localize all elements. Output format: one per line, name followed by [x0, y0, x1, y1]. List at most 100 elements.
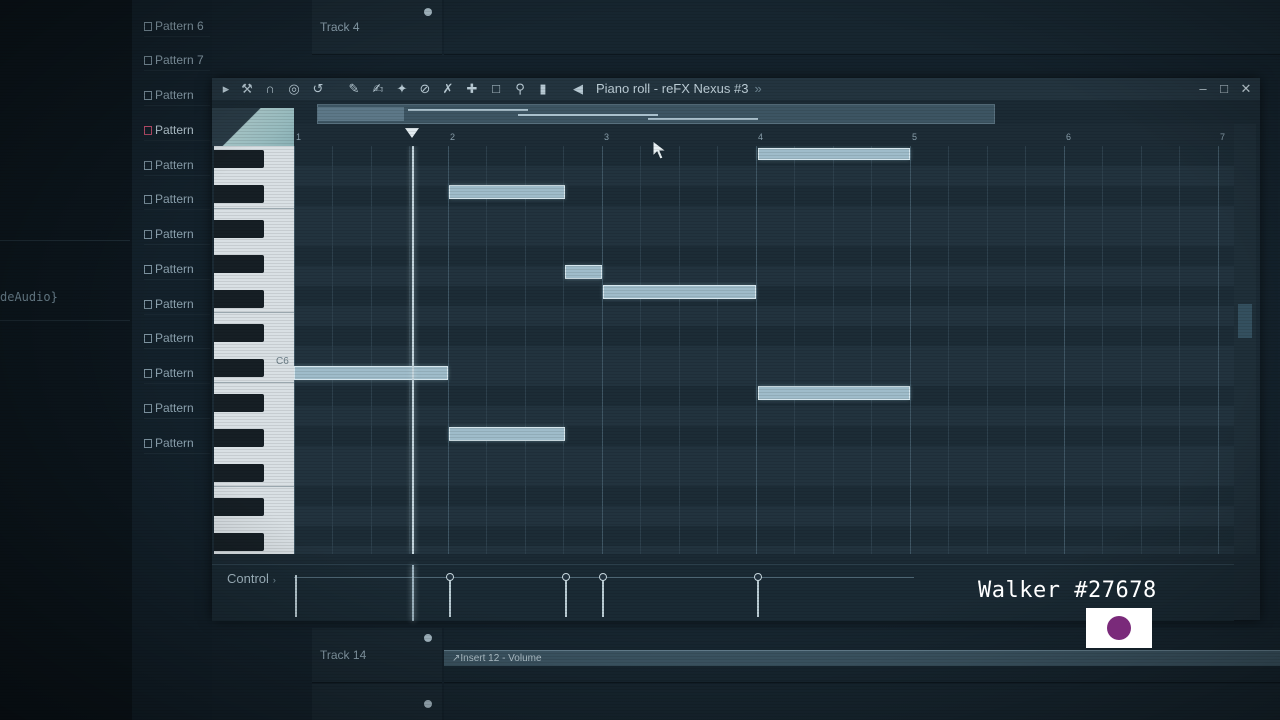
- note[interactable]: [758, 386, 910, 400]
- track-header[interactable]: Track 4: [312, 0, 442, 55]
- overview-thumb[interactable]: [318, 107, 404, 121]
- grid-row: [294, 426, 1234, 446]
- close-button[interactable]: ✕: [1237, 80, 1255, 98]
- beat-line: [871, 146, 872, 554]
- timeline-ruler[interactable]: 1 2 3 4 5 6 7: [294, 124, 1234, 146]
- note[interactable]: [758, 148, 910, 160]
- minimize-button[interactable]: –: [1194, 80, 1212, 98]
- track-knob-icon[interactable]: [424, 634, 432, 642]
- lever-knob[interactable]: [446, 573, 454, 581]
- track-knob-icon[interactable]: [424, 700, 432, 708]
- pattern-item[interactable]: Pattern 6: [144, 16, 210, 37]
- black-key[interactable]: [214, 150, 264, 168]
- playback-icon[interactable]: ▮: [535, 81, 551, 97]
- playhead-marker-icon[interactable]: [405, 128, 419, 138]
- track-lane[interactable]: [444, 0, 1280, 55]
- pencil-icon[interactable]: ✎: [346, 81, 362, 97]
- velocity-lever[interactable]: [562, 573, 570, 617]
- track-header[interactable]: [312, 684, 442, 720]
- pattern-item[interactable]: Pattern: [144, 85, 210, 106]
- pattern-item[interactable]: Pattern: [144, 259, 210, 280]
- pattern-item[interactable]: Pattern: [144, 189, 210, 210]
- note[interactable]: [565, 265, 602, 279]
- undo-icon[interactable]: ↺: [310, 81, 326, 97]
- black-key[interactable]: [214, 255, 264, 273]
- velocity-lever[interactable]: [295, 575, 297, 617]
- black-key[interactable]: [214, 429, 264, 447]
- control-menu-arrow-icon[interactable]: ›: [273, 575, 276, 585]
- note[interactable]: [603, 285, 756, 299]
- piano-roll-titlebar[interactable]: ▸ ⚒ ∩ ◎ ↺ ✎ ✍ ✦ ⊘ ✗ ✚ □ ⚲ ▮ ◀ Piano roll…: [212, 78, 1260, 100]
- pattern-item[interactable]: Pattern: [144, 224, 210, 245]
- black-key[interactable]: [214, 464, 264, 482]
- pattern-item[interactable]: Pattern: [144, 433, 210, 454]
- playhead-line: [412, 146, 414, 554]
- black-key[interactable]: [214, 290, 264, 308]
- black-key[interactable]: [214, 359, 264, 377]
- pattern-item[interactable]: Pattern: [144, 398, 210, 419]
- ruler-number: 5: [912, 132, 918, 142]
- mouse-cursor-icon: [652, 140, 668, 160]
- lever-knob[interactable]: [599, 573, 607, 581]
- paint-tool-icon[interactable]: ✦: [394, 81, 410, 97]
- pattern-item[interactable]: Pattern: [144, 328, 210, 349]
- divider: [0, 240, 130, 241]
- black-key[interactable]: [214, 185, 264, 203]
- control-selector[interactable]: Control ›: [227, 571, 276, 586]
- wrench-icon[interactable]: ⚒: [239, 81, 255, 97]
- browser-item-text[interactable]: deAudio}: [0, 290, 58, 304]
- mute-icon[interactable]: ✗: [440, 81, 456, 97]
- control-label-text: Control: [227, 571, 269, 586]
- pattern-item[interactable]: Pattern: [144, 155, 210, 176]
- automation-clip[interactable]: ↗Insert 12 - Volume: [444, 650, 1280, 666]
- vertical-scroll-thumb[interactable]: [1238, 304, 1252, 338]
- note[interactable]: [449, 427, 565, 441]
- velocity-lever[interactable]: [754, 573, 762, 617]
- note[interactable]: [294, 366, 448, 380]
- velocity-lever[interactable]: [446, 573, 454, 617]
- speaker-icon[interactable]: ◀: [570, 81, 586, 97]
- maximize-button[interactable]: □: [1215, 80, 1233, 98]
- vertical-scrollbar[interactable]: [1234, 124, 1256, 554]
- black-key[interactable]: [214, 324, 264, 342]
- paint-brush-icon[interactable]: ✍: [370, 81, 386, 97]
- black-key[interactable]: [214, 498, 264, 516]
- beat-line: [948, 146, 949, 554]
- horizontal-overview-scrollbar[interactable]: [317, 104, 995, 124]
- beat-line: [332, 146, 333, 554]
- target-icon[interactable]: ◎: [286, 81, 302, 97]
- black-key[interactable]: [214, 220, 264, 238]
- note-grid[interactable]: [294, 146, 1234, 554]
- bar-line: [602, 146, 603, 554]
- title-menu-arrow-icon[interactable]: »: [754, 81, 761, 96]
- zoom-icon[interactable]: ⚲: [512, 81, 528, 97]
- select-icon[interactable]: □: [488, 81, 504, 97]
- piano-keyboard[interactable]: C6: [214, 146, 294, 554]
- pattern-label: Pattern: [155, 227, 194, 241]
- magnet-icon[interactable]: ∩: [262, 81, 278, 97]
- pattern-item[interactable]: Pattern: [144, 363, 210, 384]
- pattern-item[interactable]: Pattern: [144, 294, 210, 315]
- ruler-number: 6: [1066, 132, 1072, 142]
- lever-knob[interactable]: [754, 573, 762, 581]
- velocity-lever[interactable]: [599, 573, 607, 617]
- bar-line: [294, 146, 295, 554]
- grid-row: [294, 526, 1234, 546]
- slice-icon[interactable]: ✚: [464, 81, 480, 97]
- track-name: Track 14: [320, 648, 367, 662]
- black-key[interactable]: [214, 533, 264, 551]
- pattern-item[interactable]: Pattern 7: [144, 50, 210, 71]
- delete-icon[interactable]: ⊘: [417, 81, 433, 97]
- pattern-item-selected[interactable]: Pattern: [144, 120, 210, 141]
- ruler-number: 1: [296, 132, 302, 142]
- screen: deAudio} Pattern 6 Pattern 7 Pattern Pat…: [0, 0, 1280, 720]
- track-header[interactable]: Track 14: [312, 628, 442, 683]
- beat-line: [640, 146, 641, 554]
- note[interactable]: [449, 185, 565, 199]
- track-lane[interactable]: [444, 684, 1280, 720]
- track-knob-icon[interactable]: [424, 8, 432, 16]
- overview-note: [518, 114, 658, 116]
- play-arrow-icon[interactable]: ▸: [218, 81, 234, 97]
- lever-knob[interactable]: [562, 573, 570, 581]
- black-key[interactable]: [214, 394, 264, 412]
